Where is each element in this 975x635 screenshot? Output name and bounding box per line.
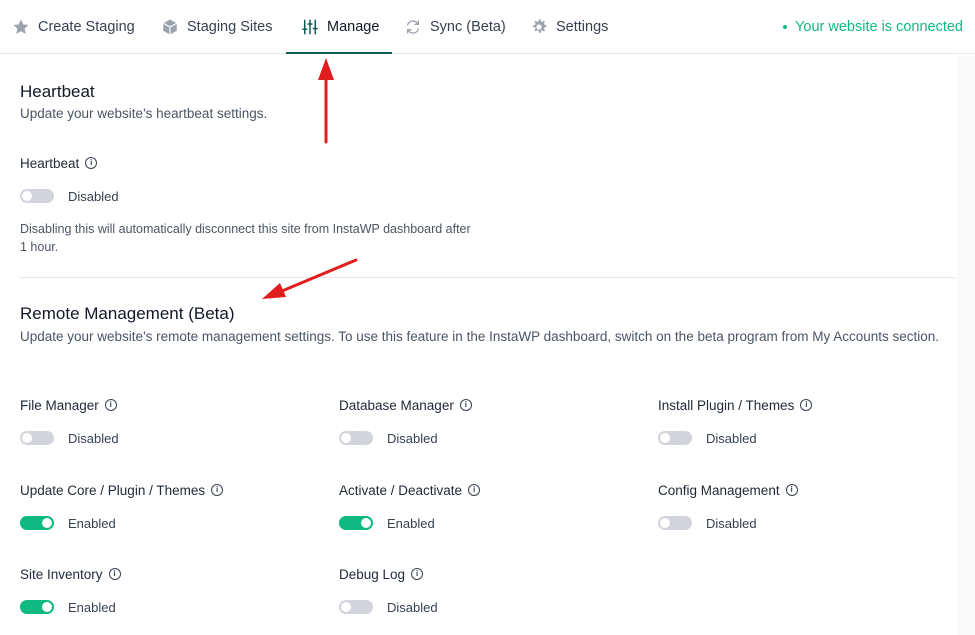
database-manager-toggle[interactable] <box>339 431 373 445</box>
debug-log-state: Disabled <box>387 599 438 615</box>
site-inventory-state: Enabled <box>68 599 116 615</box>
status-dot-icon <box>783 25 788 29</box>
info-icon[interactable]: i <box>800 399 813 411</box>
config-management-field: Config Management i Disabled <box>658 481 958 531</box>
site-inventory-field: Site Inventory i Enabled <box>20 565 320 615</box>
connection-status: Your website is connected <box>783 0 963 54</box>
tab-label: Manage <box>327 19 380 35</box>
file-manager-state: Disabled <box>68 430 119 446</box>
site-inventory-toggle[interactable] <box>20 600 54 614</box>
install-plugin-themes-field: Install Plugin / Themes i Disabled <box>658 396 958 446</box>
heartbeat-state: Disabled <box>68 188 119 204</box>
info-icon[interactable]: i <box>108 568 121 580</box>
debug-log-field: Debug Log i Disabled <box>339 565 639 615</box>
cube-icon <box>161 18 179 36</box>
activate-deactivate-state: Enabled <box>387 515 435 531</box>
activate-deactivate-label: Activate / Deactivate <box>339 482 463 498</box>
tab-label: Sync (Beta) <box>430 19 506 35</box>
heartbeat-description: Update your website's heartbeat settings… <box>20 106 268 121</box>
install-plugin-themes-label: Install Plugin / Themes <box>658 397 795 413</box>
update-core-field: Update Core / Plugin / Themes i Enabled <box>20 481 320 531</box>
main-content: Heartbeat Update your website's heartbea… <box>0 55 975 635</box>
activate-deactivate-toggle[interactable] <box>339 516 373 530</box>
tab-settings[interactable]: Settings <box>530 0 608 54</box>
heartbeat-toggle[interactable] <box>20 189 54 203</box>
debug-log-label: Debug Log <box>339 566 406 582</box>
install-plugin-themes-toggle[interactable] <box>658 431 692 445</box>
database-manager-field: Database Manager i Disabled <box>339 396 639 446</box>
database-manager-label: Database Manager <box>339 397 454 413</box>
active-tab-indicator <box>286 52 392 54</box>
file-manager-label: File Manager <box>20 397 99 413</box>
update-core-label: Update Core / Plugin / Themes <box>20 482 206 498</box>
heartbeat-field: Heartbeat i Disabled <box>20 154 320 204</box>
info-icon[interactable]: i <box>85 157 98 169</box>
info-icon[interactable]: i <box>104 399 117 411</box>
sync-icon <box>404 18 422 36</box>
remote-management-description: Update your website's remote management … <box>20 329 940 344</box>
tab-staging-sites[interactable]: Staging Sites <box>161 0 272 54</box>
remote-management-title: Remote Management (Beta) <box>20 304 235 323</box>
tab-create-staging[interactable]: Create Staging <box>12 0 135 54</box>
info-icon[interactable]: i <box>785 484 798 496</box>
update-core-state: Enabled <box>68 515 116 531</box>
file-manager-toggle[interactable] <box>20 431 54 445</box>
tab-label: Staging Sites <box>187 19 273 35</box>
heartbeat-helper-text: Disabling this will automatically discon… <box>20 222 471 254</box>
database-manager-state: Disabled <box>387 430 438 446</box>
heartbeat-label: Heartbeat <box>20 155 80 171</box>
info-icon[interactable]: i <box>411 568 424 580</box>
sliders-icon <box>301 18 319 36</box>
config-management-toggle[interactable] <box>658 516 692 530</box>
site-inventory-label: Site Inventory <box>20 566 103 582</box>
heartbeat-title: Heartbeat <box>20 82 95 101</box>
activate-deactivate-field: Activate / Deactivate i Enabled <box>339 481 639 531</box>
tab-label: Settings <box>556 19 609 35</box>
debug-log-toggle[interactable] <box>339 600 373 614</box>
connection-status-text: Your website is connected <box>795 19 963 35</box>
info-icon[interactable]: i <box>459 399 472 411</box>
info-icon[interactable]: i <box>211 484 224 496</box>
tab-sync[interactable]: Sync (Beta) <box>404 0 506 54</box>
gear-icon <box>530 18 548 36</box>
info-icon[interactable]: i <box>468 484 481 496</box>
section-divider <box>20 277 955 278</box>
top-nav: Create Staging Staging Sites Manage Sync… <box>0 0 975 54</box>
update-core-toggle[interactable] <box>20 516 54 530</box>
install-plugin-themes-state: Disabled <box>706 430 757 446</box>
tab-manage[interactable]: Manage <box>301 0 379 54</box>
file-manager-field: File Manager i Disabled <box>20 396 320 446</box>
config-management-label: Config Management <box>658 482 780 498</box>
tab-label: Create Staging <box>38 19 135 35</box>
config-management-state: Disabled <box>706 515 757 531</box>
star-icon <box>12 18 30 36</box>
